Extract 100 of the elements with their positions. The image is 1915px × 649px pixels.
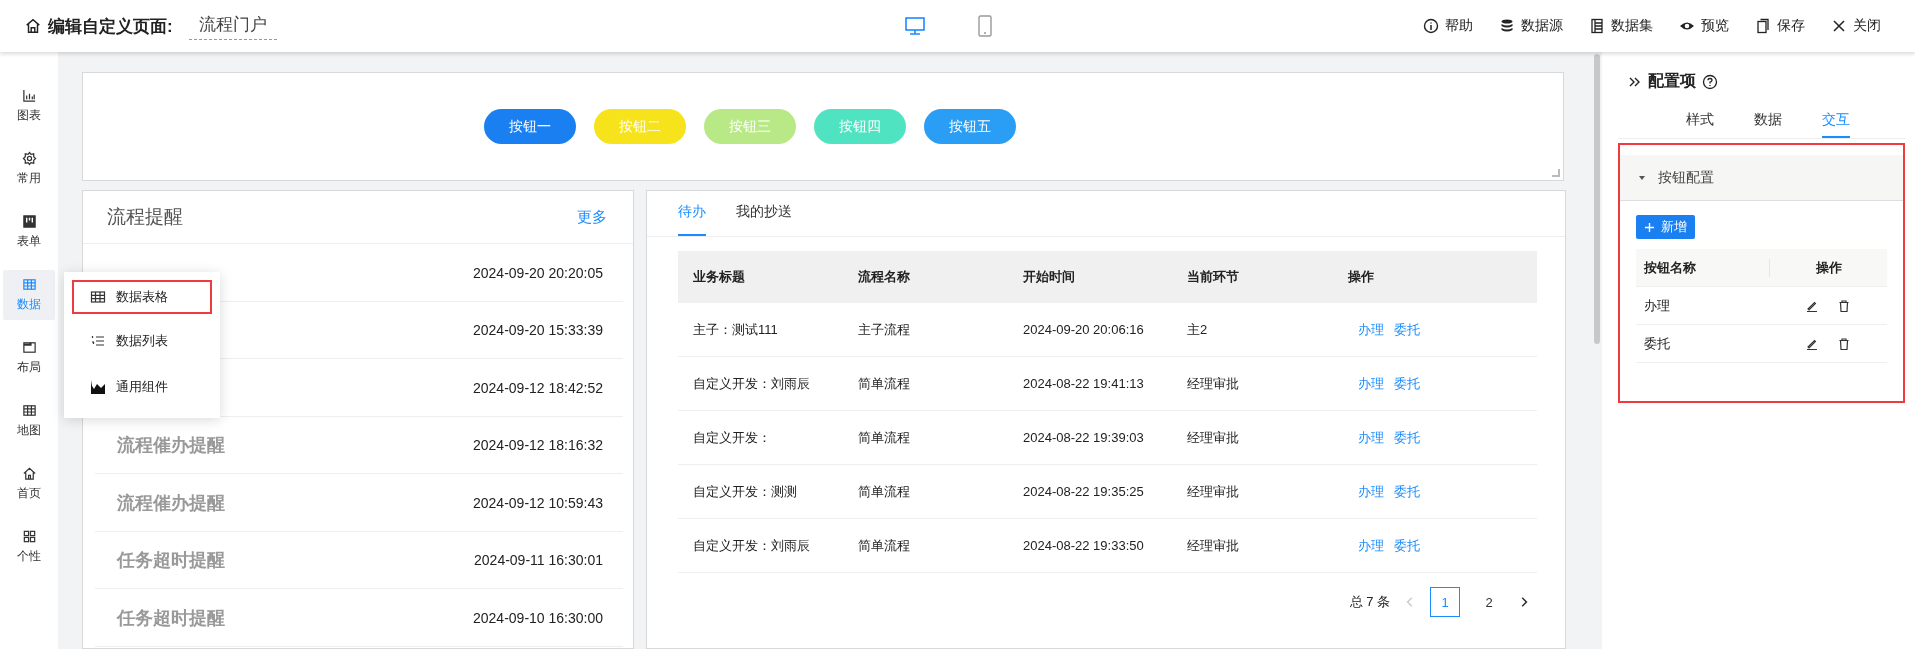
action-link[interactable]: 办理	[1358, 374, 1384, 393]
reminder-title[interactable]: 流程催办提醒	[117, 433, 225, 458]
grid-icon	[90, 289, 106, 305]
tab[interactable]: 样式	[1686, 104, 1714, 138]
reminder-time: 2024-09-20 15:33:39	[473, 322, 603, 339]
tiles-icon	[21, 529, 37, 544]
table-cell-text: 办理	[1643, 296, 1671, 315]
table-cell-text: 经理审批	[1187, 428, 1240, 447]
card-title: 流程提醒	[107, 205, 183, 230]
gear-icon	[21, 151, 37, 166]
add-button[interactable]: 新增	[1636, 215, 1695, 239]
menu-item[interactable]: 数据列表	[72, 318, 212, 364]
sidebar-item[interactable]: 地图	[3, 396, 55, 446]
page-button[interactable]: 1	[1430, 587, 1460, 618]
reminder-title[interactable]: 任务超时提醒	[117, 548, 225, 573]
pill-button[interactable]: 按钮五	[924, 109, 1016, 145]
copy-icon	[1755, 18, 1771, 34]
close-icon	[1831, 18, 1847, 34]
sidebar-item[interactable]: 布局	[3, 333, 55, 383]
grid-icon	[21, 277, 37, 292]
reminder-title[interactable]: 流程催办提醒	[117, 490, 225, 515]
section-title: 按钮配置	[1658, 168, 1714, 187]
menu-item[interactable]: 通用组件	[72, 364, 212, 410]
scrollbar-thumb[interactable]	[1594, 54, 1600, 344]
action-link[interactable]: 委托	[1394, 482, 1420, 501]
reminder-time: 2024-09-12 10:59:43	[473, 494, 603, 511]
save-button[interactable]: 保存	[1755, 17, 1805, 35]
table-cell-text: 2024-08-22 19:39:03	[1023, 430, 1145, 446]
reminder-title[interactable]: 任务超时提醒	[117, 605, 225, 630]
datasource-button[interactable]: 数据源	[1499, 17, 1563, 35]
page-name-field[interactable]: 流程门户	[188, 12, 277, 40]
collapse-header[interactable]: 按钮配置	[1620, 155, 1903, 201]
action-link[interactable]: 委托	[1394, 428, 1420, 447]
table-cell-text: 经理审批	[1187, 482, 1240, 501]
table-cell-text: 简单流程	[858, 536, 911, 555]
board-icon	[21, 214, 37, 229]
column-header: 开始时间	[1023, 268, 1076, 287]
sidebar-item[interactable]: 表单	[3, 207, 55, 257]
table-cell-text: 委托	[1643, 334, 1671, 353]
action-link[interactable]: 委托	[1394, 320, 1420, 339]
table-cell-text: 2024-08-22 19:33:50	[1023, 538, 1145, 554]
column-header: 操作	[1769, 258, 1887, 277]
tab[interactable]: 待办	[678, 191, 706, 237]
more-link[interactable]: 更多	[577, 207, 607, 227]
home-icon[interactable]	[24, 17, 42, 35]
action-link[interactable]: 办理	[1358, 320, 1384, 339]
column-header: 业务标题	[692, 268, 746, 287]
table-cell-text: 简单流程	[858, 428, 911, 447]
delete-icon[interactable]	[1837, 336, 1851, 351]
reminder-time: 2024-09-12 18:16:32	[473, 437, 603, 454]
table-cell-text: 自定义开发：刘雨辰	[692, 536, 811, 555]
table-cell-text: 主2	[1187, 320, 1209, 339]
sidebar-item[interactable]: 个性	[3, 522, 55, 572]
pill-button[interactable]: 按钮一	[484, 109, 576, 145]
table-cell-text: 自定义开发：测测	[692, 482, 798, 501]
total-count: 总 7 条	[1349, 593, 1390, 612]
database-icon	[1499, 18, 1515, 34]
bar-chart-icon	[21, 88, 37, 103]
action-link[interactable]: 委托	[1394, 536, 1420, 555]
column-header: 按钮名称	[1643, 258, 1697, 277]
table-cell-text: 自定义开发：	[692, 428, 772, 447]
close-button[interactable]: 关闭	[1831, 17, 1881, 35]
table-cell-text: 经理审批	[1187, 374, 1240, 393]
tab[interactable]: 交互	[1822, 104, 1850, 138]
plus-icon	[1644, 221, 1655, 233]
action-link[interactable]: 办理	[1358, 482, 1384, 501]
table-cell-text: 简单流程	[858, 374, 911, 393]
grid-icon	[21, 403, 37, 418]
tab[interactable]: 数据	[1754, 104, 1782, 138]
sidebar-item[interactable]: 数据	[3, 270, 55, 320]
info-icon	[1423, 18, 1439, 34]
home-icon	[21, 466, 37, 481]
menu-item[interactable]: 数据表格	[72, 280, 212, 314]
action-link[interactable]: 委托	[1394, 374, 1420, 393]
column-header: 操作	[1348, 268, 1375, 287]
help-button[interactable]: 帮助	[1423, 17, 1473, 35]
reminder-time: 2024-09-11 16:30:01	[474, 552, 603, 569]
table-cell-text: 主子：测试111	[692, 320, 779, 339]
table-cell-text: 简单流程	[858, 482, 911, 501]
panel-title: 配置项	[1648, 71, 1696, 91]
sidebar-item[interactable]: 常用	[3, 144, 55, 194]
preview-button[interactable]: 预览	[1679, 17, 1729, 35]
column-header: 流程名称	[858, 268, 911, 287]
monitor-icon[interactable]	[904, 15, 926, 37]
resize-handle-icon[interactable]	[1552, 169, 1560, 178]
sidebar-item[interactable]: 首页	[3, 459, 55, 509]
list-icon	[90, 333, 106, 349]
delete-icon[interactable]	[1837, 298, 1851, 313]
sidebar-item[interactable]: 图表	[3, 81, 55, 131]
dataset-button[interactable]: 数据集	[1589, 17, 1653, 35]
column-header: 当前环节	[1187, 268, 1240, 287]
tab[interactable]: 我的抄送	[736, 191, 792, 237]
table-cell-text: 自定义开发：刘雨辰	[692, 374, 811, 393]
action-link[interactable]: 办理	[1358, 428, 1384, 447]
reminder-time: 2024-09-10 16:30:00	[473, 609, 603, 626]
action-link[interactable]: 办理	[1358, 536, 1384, 555]
table-cell-text: 主子流程	[858, 320, 911, 339]
table-cell-text: 2024-09-20 20:06:16	[1023, 322, 1145, 338]
help-icon[interactable]	[1702, 73, 1718, 90]
table-cell-text: 2024-08-22 19:35:25	[1023, 484, 1145, 500]
